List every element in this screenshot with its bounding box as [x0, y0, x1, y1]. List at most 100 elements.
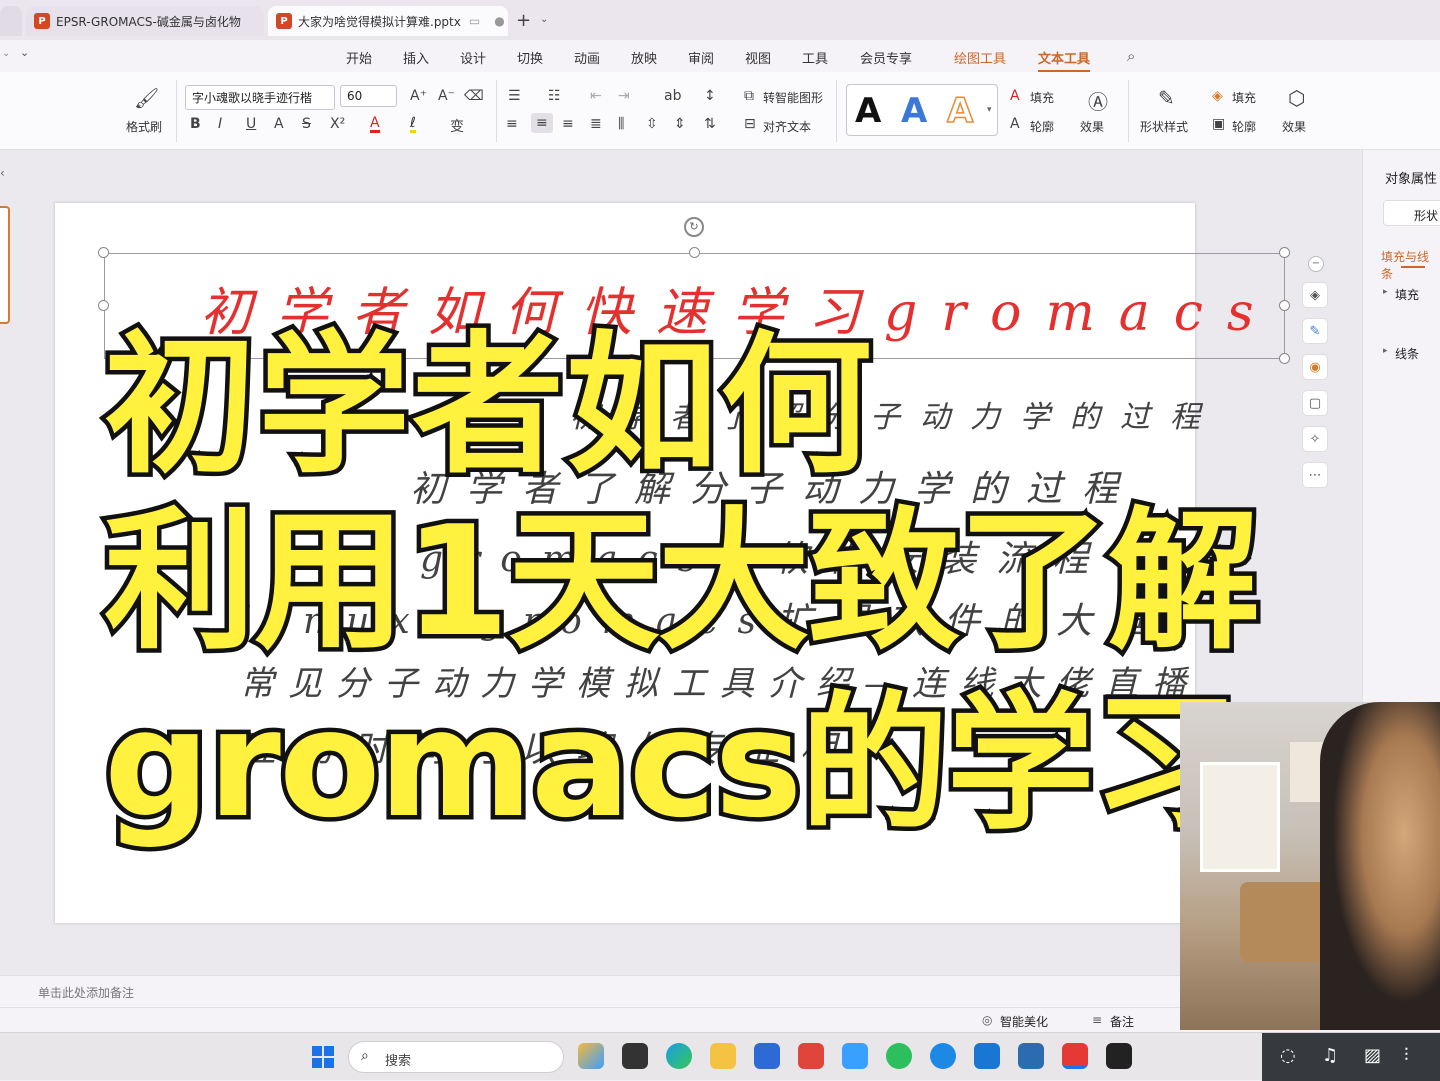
resize-handle[interactable] — [1279, 300, 1290, 311]
store-icon[interactable] — [754, 1043, 780, 1069]
chevron-right-icon[interactable]: ▸ — [1383, 346, 1388, 356]
notes-app-icon[interactable] — [1018, 1043, 1044, 1069]
strikethrough-icon[interactable]: S — [302, 116, 311, 132]
align-left-icon[interactable]: ≡ — [506, 116, 518, 132]
layers-icon[interactable]: ◈ — [1302, 282, 1328, 308]
shape-outline-icon[interactable]: ▣ — [1212, 116, 1225, 132]
mail-icon[interactable] — [974, 1043, 1000, 1069]
resize-handle[interactable] — [1279, 353, 1290, 364]
numbered-list-icon[interactable]: ☷ — [548, 88, 561, 104]
task-view-icon[interactable] — [622, 1043, 648, 1069]
panel-section-tab[interactable]: 填充与线条 — [1381, 248, 1440, 282]
increase-indent-icon[interactable]: ⇥ — [618, 88, 630, 104]
highlight-icon[interactable]: ℓ — [410, 116, 416, 133]
chevron-right-icon[interactable]: ▸ — [1383, 287, 1388, 297]
beautify-icon[interactable]: ◎ — [982, 1013, 992, 1027]
sort-icon[interactable]: ↕ — [704, 88, 716, 104]
bold-icon[interactable]: B — [190, 116, 201, 132]
bullet-list-icon[interactable]: ☰ — [508, 88, 521, 104]
font-color-icon[interactable]: A — [370, 116, 380, 133]
magic-tools-icon[interactable]: ✧ — [1302, 426, 1328, 452]
beautify-button[interactable]: 智能美化 — [1000, 1013, 1048, 1030]
tab-document-2[interactable]: P 大家为啥觉得模拟计算难.pptx ▭ ● — [268, 6, 508, 36]
taskbar-search[interactable]: ⌕ 搜索 — [348, 1041, 564, 1073]
notes-pane[interactable]: 单击此处添加备注 — [0, 975, 1362, 1007]
settings-icon[interactable]: ⫶ — [1404, 1045, 1409, 1066]
recorder-icon[interactable] — [1106, 1043, 1132, 1069]
text-outline-label[interactable]: 轮廓 — [1030, 118, 1054, 135]
superscript-icon[interactable]: X² — [330, 116, 345, 132]
menu-design[interactable]: 设计 — [460, 48, 486, 67]
menu-member[interactable]: 会员专享 — [860, 48, 912, 67]
text-style-blue[interactable]: A — [901, 91, 927, 131]
menu-tools[interactable]: 工具 — [802, 48, 828, 67]
text-style-gallery[interactable]: A A A ▾ — [846, 84, 998, 136]
underline-icon[interactable]: U — [246, 116, 256, 132]
font-size-select[interactable]: 60 — [340, 85, 397, 107]
search-icon[interactable]: ⌕ — [1127, 47, 1135, 65]
shape-outline-label[interactable]: 轮廓 — [1232, 118, 1256, 135]
menu-text-tools[interactable]: 文本工具 — [1038, 48, 1091, 72]
panel-tab-shape[interactable]: 形状 — [1383, 200, 1440, 226]
chevron-down-icon[interactable]: ▾ — [987, 105, 992, 115]
copilot-icon[interactable] — [578, 1043, 604, 1069]
quick-access-icon[interactable]: ⌄ — [2, 48, 10, 59]
shape-fill-label[interactable]: 填充 — [1232, 89, 1256, 106]
shape-style-label[interactable]: 形状样式 — [1140, 118, 1188, 135]
panel-item-line[interactable]: 线条 — [1395, 345, 1419, 362]
text-style-outline[interactable]: A — [946, 90, 974, 132]
menu-review[interactable]: 审阅 — [688, 48, 714, 67]
shape-style-icon[interactable]: ✎ — [1158, 86, 1175, 110]
tab-document-1[interactable]: P EPSR-GROMACS-碱金属与卤化物 — [26, 6, 264, 36]
shape-effect-label[interactable]: 效果 — [1282, 118, 1306, 135]
new-tab-icon[interactable]: + — [516, 10, 531, 31]
chat-icon[interactable]: ◌ — [1280, 1045, 1296, 1066]
menu-transition[interactable]: 切换 — [517, 48, 543, 67]
edge-icon[interactable] — [666, 1043, 692, 1069]
frame-icon[interactable]: ▢ — [1302, 390, 1328, 416]
resize-handle[interactable] — [1279, 247, 1290, 258]
menu-home[interactable]: 开始 — [346, 48, 372, 67]
slide-thumbnail[interactable] — [0, 206, 10, 324]
shrink-font-icon[interactable]: A⁻ — [438, 88, 455, 104]
text-effect-label[interactable]: 效果 — [1080, 118, 1104, 135]
minus-icon[interactable]: − — [1308, 256, 1324, 272]
tab-overflow[interactable] — [0, 6, 22, 36]
menu-animation[interactable]: 动画 — [574, 48, 600, 67]
pen-icon[interactable]: ✎ — [1302, 318, 1328, 344]
format-painter-icon[interactable]: 🖌 — [134, 86, 159, 110]
fill-bucket-icon[interactable]: ◉ — [1302, 354, 1328, 380]
text-style-black[interactable]: A — [855, 91, 881, 131]
align-right-icon[interactable]: ≡ — [562, 116, 574, 132]
collapse-icon[interactable]: ‹ — [0, 166, 5, 180]
distribute-icon[interactable]: ⫼ — [618, 116, 624, 132]
menu-slideshow[interactable]: 放映 — [631, 48, 657, 67]
more-icon[interactable]: ⋯ — [1302, 462, 1328, 488]
text-fill-label[interactable]: 填充 — [1030, 89, 1054, 106]
text-effect-icon[interactable]: Ⓐ — [1088, 86, 1108, 115]
text-direction-icon[interactable]: ab — [664, 88, 681, 104]
resize-handle[interactable] — [689, 247, 700, 258]
justify-icon[interactable]: ≣ — [590, 116, 602, 132]
phonetic-icon[interactable]: 变 — [450, 116, 464, 136]
shape-effect-icon[interactable]: ⬡ — [1288, 86, 1305, 110]
menu-view[interactable]: 视图 — [745, 48, 771, 67]
chevron-down-icon[interactable]: ⌄ — [20, 46, 29, 59]
huawei-icon[interactable] — [798, 1043, 824, 1069]
headset-icon[interactable]: ♫ — [1322, 1045, 1338, 1066]
column-icon[interactable]: ⇅ — [704, 116, 716, 132]
wps-icon[interactable] — [1062, 1043, 1088, 1069]
text-fill-icon[interactable]: A — [1010, 88, 1020, 104]
italic-icon[interactable]: I — [218, 116, 222, 132]
k-app-icon[interactable] — [930, 1043, 956, 1069]
smart-shape-icon[interactable]: ⧉ — [744, 88, 754, 104]
font-name-select[interactable]: 字小魂歌以晓手迹行楷 — [185, 85, 335, 110]
resize-handle[interactable] — [98, 300, 109, 311]
grow-font-icon[interactable]: A⁺ — [410, 88, 427, 104]
line-spacing-icon[interactable]: ⇳ — [646, 116, 658, 132]
chevron-down-icon[interactable]: ⌄ — [540, 14, 548, 25]
menu-drawing-tools[interactable]: 绘图工具 — [954, 48, 1006, 67]
shadow-icon[interactable]: A — [274, 116, 284, 132]
rotate-handle-icon[interactable]: ↻ — [684, 217, 704, 237]
align-center-icon[interactable]: ≡ — [531, 113, 553, 133]
